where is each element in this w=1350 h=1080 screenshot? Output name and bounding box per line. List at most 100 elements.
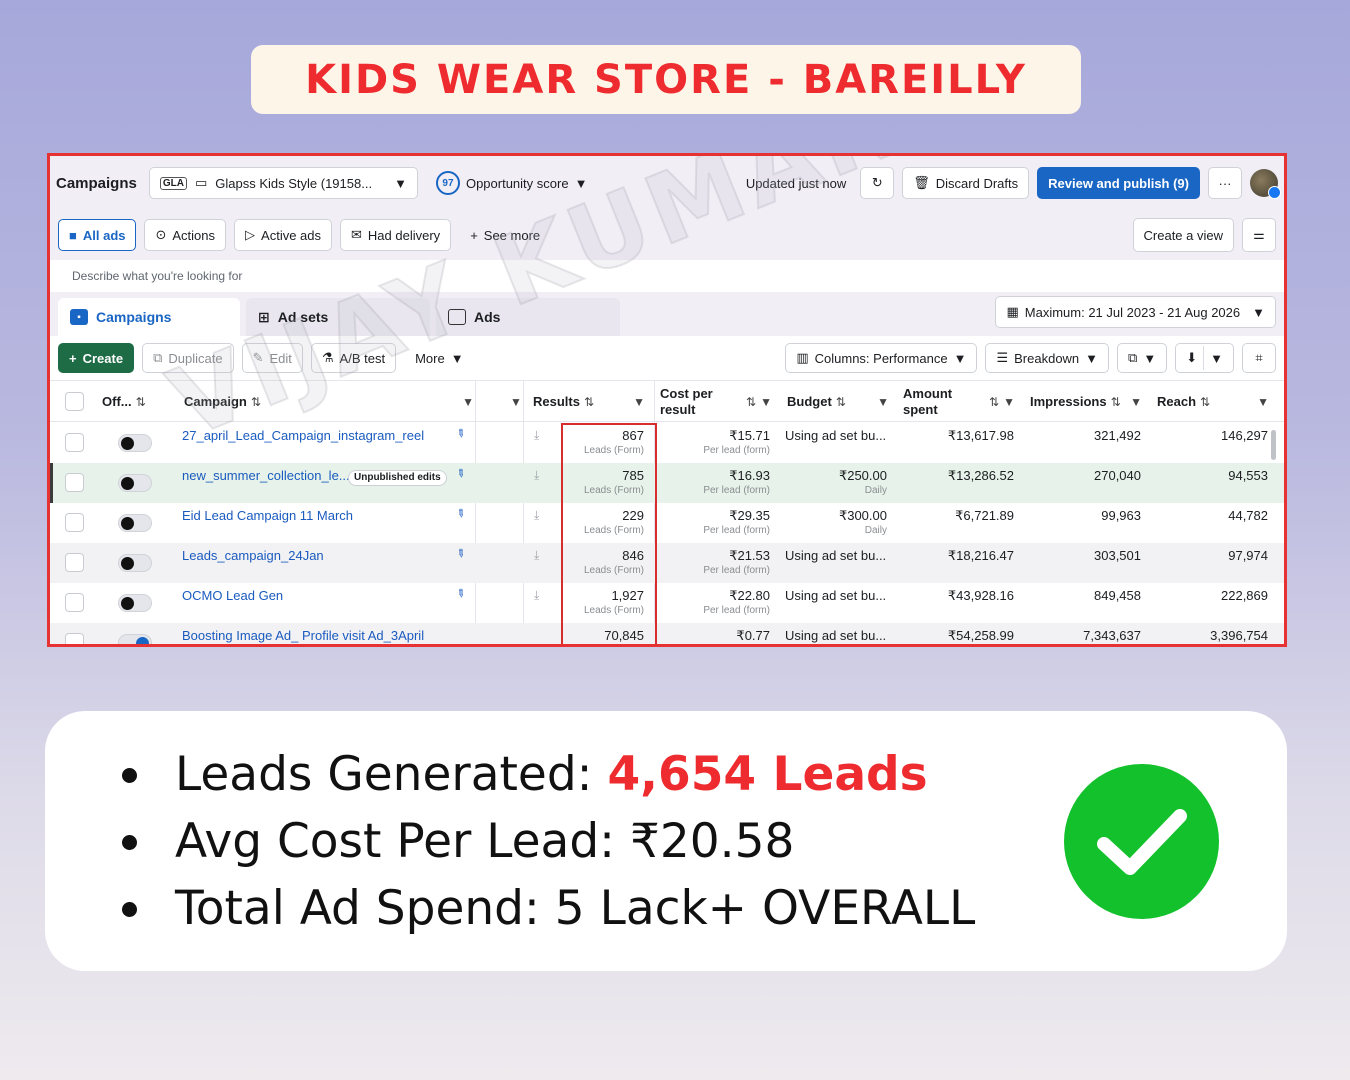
table-row[interactable]: new_summer_collection_le... Unpublished …: [50, 463, 1284, 503]
campaign-toggle[interactable]: [118, 554, 152, 572]
chevron-down-icon: ▼: [1210, 350, 1223, 366]
ab-test-button[interactable]: ⚗ A/B test: [310, 343, 397, 373]
spent-cell: ₹43,928.16: [947, 588, 1014, 603]
col-results-label: Results: [533, 394, 580, 409]
campaign-toggle[interactable]: [118, 514, 152, 532]
pin-icon[interactable]: ✎: [453, 546, 468, 561]
create-button[interactable]: + Create: [58, 343, 135, 373]
chart-button[interactable]: ⌗: [1242, 343, 1276, 373]
spent-cell: ₹18,216.47: [947, 548, 1014, 563]
more-options-button[interactable]: ···: [1208, 167, 1242, 199]
total-spend-item: Total Ad Spend: 5 Lack+ OVERALL: [115, 875, 975, 942]
row-checkbox[interactable]: [65, 593, 84, 612]
search-input[interactable]: Describe what you're looking for: [58, 260, 1276, 292]
edit-button[interactable]: ✎ Edit: [241, 343, 303, 373]
sort-icon: ⇅: [835, 395, 846, 409]
select-all-checkbox[interactable]: [65, 392, 84, 411]
impressions-cell: 303,501: [1094, 548, 1141, 563]
all-ads-filter[interactable]: ■ All ads: [58, 219, 137, 251]
col-off[interactable]: Off... ⇅: [102, 381, 146, 423]
campaign-name[interactable]: new_summer_collection_le...: [182, 468, 350, 483]
create-view-button[interactable]: Create a view: [1132, 218, 1234, 252]
campaign-name[interactable]: OCMO Lead Gen: [182, 588, 283, 603]
campaign-toggle[interactable]: [118, 594, 152, 612]
col-reach[interactable]: Reach ⇅ ▼: [1157, 381, 1269, 423]
active-ads-filter[interactable]: ▷ Active ads: [234, 219, 333, 251]
filter-settings-button[interactable]: ⚌: [1242, 218, 1276, 252]
report-icon: ⧉: [1128, 350, 1138, 365]
duplicate-button[interactable]: ⧉ Duplicate: [142, 343, 234, 373]
actions-filter[interactable]: ⊙ Actions: [144, 219, 227, 251]
col-campaign[interactable]: Campaign ⇅ ▼: [184, 381, 474, 423]
date-range-picker[interactable]: ▦ Maximum: 21 Jul 2023 - 21 Aug 2026 ▼: [995, 296, 1276, 328]
cpr-sub: Per lead (form): [703, 565, 770, 576]
copy-icon: ⧉: [153, 350, 163, 365]
chevron-down-icon: ▼: [1257, 395, 1269, 409]
account-name: Glapss Kids Style (19158...: [215, 175, 373, 191]
col-budget[interactable]: Budget ⇅ ▼: [787, 381, 889, 423]
col-amount-spent[interactable]: Amount spent ⇅ ▼: [903, 381, 1015, 423]
table-row[interactable]: Boosting Image Ad_ Profile visit Ad_3Apr…: [50, 623, 1284, 644]
campaign-name[interactable]: Boosting Image Ad_ Profile visit Ad_3Apr…: [182, 628, 424, 643]
columns-button[interactable]: ▥ Columns: Performance ▼: [785, 343, 978, 373]
chevron-down-icon: ▼: [877, 395, 889, 409]
discard-drafts-button[interactable]: 🗑 Discard Drafts: [902, 167, 1030, 199]
impressions-cell: 99,963: [1101, 508, 1141, 523]
campaign-toggle[interactable]: [118, 434, 152, 452]
folder-icon: ▪: [70, 309, 88, 325]
col-impressions[interactable]: Impressions ⇅ ▼: [1030, 381, 1142, 423]
row-checkbox[interactable]: [65, 553, 84, 572]
col-results[interactable]: Results ⇅ ▼: [533, 381, 645, 423]
ad-account-icon: ▭: [194, 175, 208, 190]
had-delivery-filter[interactable]: ✉ Had delivery: [340, 219, 452, 251]
review-publish-button[interactable]: Review and publish (9): [1037, 167, 1200, 199]
col-off-label: Off...: [102, 394, 132, 409]
play-icon: ▷: [245, 227, 256, 242]
tab-ads[interactable]: Ads: [436, 298, 620, 336]
tab-adsets[interactable]: ⊞ Ad sets: [246, 298, 430, 336]
updated-status: Updated just now: [745, 175, 847, 191]
table-row[interactable]: Eid Lead Campaign 11 March ✎ ⤓ 229 Leads …: [50, 503, 1284, 543]
table-row[interactable]: Leads_campaign_24Jan ✎ ⤓ 846 Leads (Form)…: [50, 543, 1284, 583]
score-value: 97: [435, 171, 460, 195]
leads-generated-item: Leads Generated: 4,654 Leads: [115, 741, 975, 808]
scrollbar[interactable]: [1271, 430, 1276, 460]
refresh-button[interactable]: ↻: [860, 167, 895, 199]
more-button[interactable]: More ▼: [404, 343, 475, 373]
col-delivery[interactable]: ▼: [510, 381, 522, 423]
opportunity-score[interactable]: 97 Opportunity score ▼: [435, 171, 587, 195]
budget-cell: ₹250.00 Daily: [785, 468, 887, 498]
pin-icon[interactable]: ✎: [453, 426, 468, 441]
see-more-button[interactable]: + See more: [459, 219, 551, 251]
chevron-down-icon: ▼: [633, 395, 645, 409]
breakdown-button[interactable]: ☰ Breakdown ▼: [985, 343, 1110, 373]
row-checkbox[interactable]: [65, 633, 84, 644]
campaign-name[interactable]: Leads_campaign_24Jan: [182, 548, 324, 563]
campaign-name[interactable]: 27_april_Lead_Campaign_instagram_reel: [182, 428, 424, 443]
chevron-down-icon: ▼: [462, 395, 474, 409]
row-checkbox[interactable]: [65, 433, 84, 452]
campaign-name[interactable]: Eid Lead Campaign 11 March: [182, 508, 353, 523]
row-checkbox[interactable]: [65, 513, 84, 532]
chevron-down-icon: ▼: [450, 350, 464, 366]
cpr-value: ₹29.35: [729, 508, 770, 523]
col-cost-per-result[interactable]: Cost per result ⇅ ▼: [660, 381, 772, 423]
chevron-down-icon: ▼: [760, 395, 772, 409]
pin-icon[interactable]: ✎: [453, 586, 468, 601]
spent-cell: ₹6,721.89: [955, 508, 1014, 523]
avatar[interactable]: [1250, 169, 1281, 199]
tab-campaigns[interactable]: ▪ Campaigns: [58, 298, 240, 336]
pin-icon[interactable]: ✎: [453, 506, 468, 521]
pin-icon[interactable]: ✎: [453, 466, 468, 481]
table-row[interactable]: OCMO Lead Gen ✎ ⤓ 1,927 Leads (Form) ₹22.…: [50, 583, 1284, 623]
table-row[interactable]: 27_april_Lead_Campaign_instagram_reel ✎ …: [50, 423, 1284, 463]
sort-icon: ⇅: [583, 395, 595, 409]
campaign-toggle[interactable]: [118, 634, 152, 644]
row-checkbox[interactable]: [65, 473, 84, 492]
reports-button[interactable]: ⧉ ▼: [1117, 343, 1168, 373]
export-button[interactable]: ⬇ ▼: [1175, 343, 1234, 373]
chevron-down-icon: ▼: [1003, 395, 1015, 409]
campaign-toggle[interactable]: [118, 474, 152, 492]
results-highlight-box: [561, 423, 657, 644]
account-selector[interactable]: GLA ▭ Glapss Kids Style (19158... ▼: [148, 167, 418, 199]
